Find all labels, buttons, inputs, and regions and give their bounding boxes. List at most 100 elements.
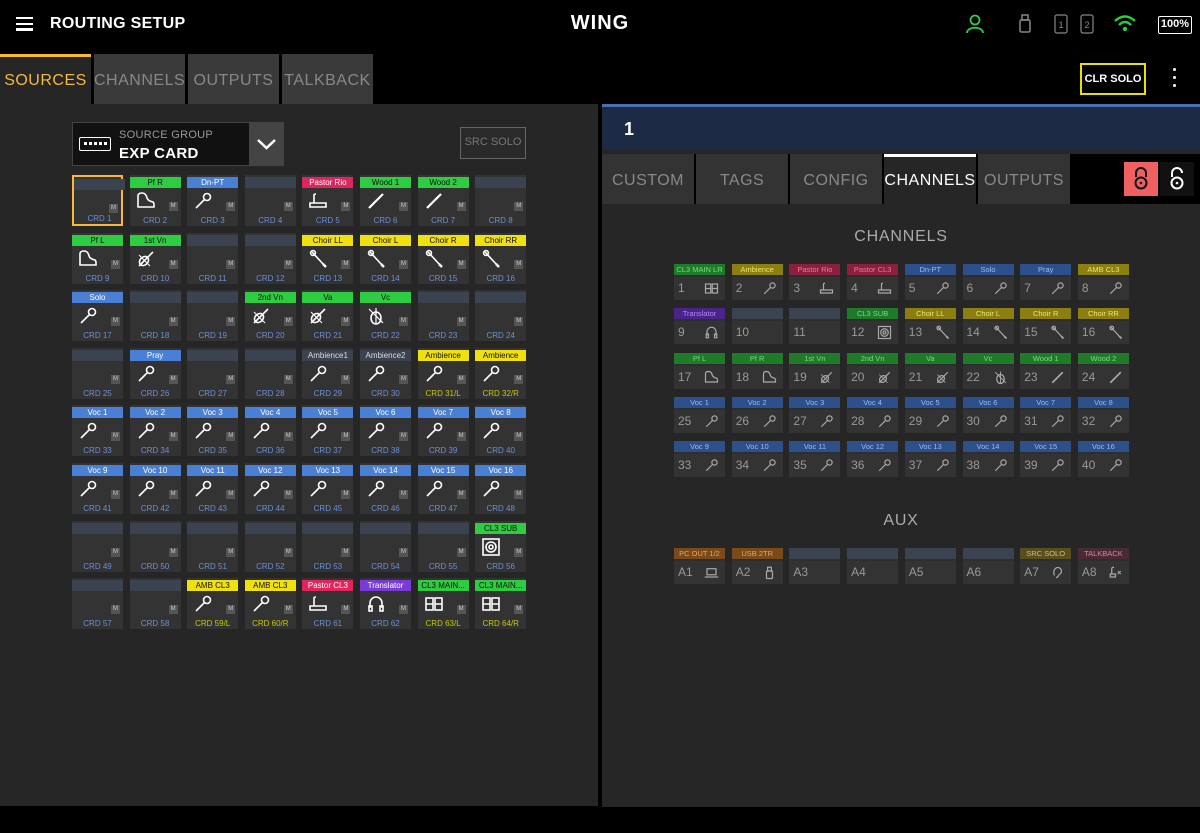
channel-cell[interactable]: Va 21	[904, 352, 956, 389]
source-cell[interactable]: M CRD 51	[187, 520, 239, 572]
source-cell[interactable]: Choir R M CRD 15	[417, 232, 469, 284]
source-cell[interactable]: M CRD 12	[244, 232, 296, 284]
source-cell[interactable]: Solo M CRD 17	[72, 290, 123, 342]
channel-cell[interactable]: Translator 9	[674, 308, 725, 345]
source-group-dropdown-button[interactable]	[249, 123, 284, 165]
hamburger-menu-icon[interactable]	[16, 17, 33, 31]
channel-cell[interactable]: 10	[731, 308, 783, 345]
channel-cell[interactable]: CL3 MAIN LR 1	[674, 264, 725, 300]
tab-talkback[interactable]: TALKBACK	[282, 54, 373, 104]
source-cell[interactable]: Choir L M CRD 14	[360, 232, 411, 284]
source-cell[interactable]: Voc 16 M CRD 48	[475, 463, 527, 514]
source-cell[interactable]: 1st Vn M CRD 10	[129, 232, 181, 284]
source-cell[interactable]: Ambience2 M CRD 30	[360, 347, 411, 399]
source-cell[interactable]: Pf R M CRD 2	[129, 175, 181, 226]
src-solo-button[interactable]: SRC SOLO	[460, 127, 526, 159]
channel-cell[interactable]: Choir L 14	[962, 308, 1014, 345]
channel-cell[interactable]: Solo 6	[962, 264, 1014, 300]
channel-cell[interactable]: Voc 9 33	[674, 441, 725, 478]
channel-cell[interactable]: Pf R 18	[731, 352, 783, 389]
source-cell[interactable]: M CRD 53	[302, 520, 354, 572]
channel-cell[interactable]: Voc 4 28	[847, 396, 899, 433]
channel-cell[interactable]: Choir LL 13	[904, 308, 956, 345]
source-cell[interactable]: Voc 6 M CRD 38	[360, 405, 411, 457]
source-cell[interactable]: Pray M CRD 26	[129, 347, 181, 399]
source-cell[interactable]: Voc 7 M CRD 39	[417, 405, 469, 457]
channel-cell[interactable]: Pf L 17	[674, 352, 725, 389]
source-cell[interactable]: Choir LL M CRD 13	[302, 232, 354, 284]
channel-cell[interactable]: Voc 12 36	[847, 441, 899, 478]
source-cell[interactable]: M CRD 18	[129, 290, 181, 342]
source-cell[interactable]: M CRD 57	[72, 578, 123, 630]
unlock-button[interactable]	[1160, 162, 1194, 196]
channel-cell[interactable]: Voc 2 26	[731, 396, 783, 433]
source-cell[interactable]: Voc 5 M CRD 37	[302, 405, 354, 457]
channel-cell[interactable]: Pray 7	[1020, 264, 1072, 300]
source-cell[interactable]: CL3 SUB M CRD 56	[475, 520, 527, 572]
aux-cell[interactable]: A4	[847, 548, 899, 584]
source-cell[interactable]: Voc 8 M CRD 40	[475, 405, 527, 457]
source-cell[interactable]: Voc 13 M CRD 45	[302, 463, 354, 514]
more-options-icon[interactable]	[1172, 68, 1178, 90]
source-cell[interactable]: Va M CRD 21	[302, 290, 354, 342]
source-cell[interactable]: Wood 1 M CRD 6	[360, 175, 411, 226]
source-cell[interactable]: Translator M CRD 62	[360, 578, 411, 630]
source-cell[interactable]: Voc 2 M CRD 34	[129, 405, 181, 457]
channel-cell[interactable]: 11	[789, 308, 841, 345]
source-cell[interactable]: Pf L M CRD 9	[72, 232, 123, 284]
source-cell[interactable]: Voc 12 M CRD 44	[244, 463, 296, 514]
channel-cell[interactable]: Voc 3 27	[789, 396, 841, 433]
channel-cell[interactable]: Choir R 15	[1020, 308, 1072, 345]
wifi-icon[interactable]	[1113, 13, 1137, 33]
card-slot-2-icon[interactable]: 2	[1080, 14, 1094, 34]
channel-cell[interactable]: Voc 11 35	[789, 441, 841, 478]
source-cell[interactable]: M CRD 55	[417, 520, 469, 572]
source-cell[interactable]: M CRD 50	[129, 520, 181, 572]
source-cell[interactable]: M CRD 23	[417, 290, 469, 342]
tab-tags[interactable]: TAGS	[696, 154, 788, 204]
clr-solo-button[interactable]: CLR SOLO	[1080, 63, 1146, 95]
tab-config[interactable]: CONFIG	[790, 154, 882, 204]
source-cell[interactable]: Pastor CL3 M CRD 61	[302, 578, 354, 630]
aux-cell[interactable]: A3	[789, 548, 841, 584]
source-cell[interactable]: Ambience1 M CRD 29	[302, 347, 354, 399]
channel-cell[interactable]: Pastor CL3 4	[847, 264, 899, 300]
source-cell[interactable]: 2nd Vn M CRD 20	[244, 290, 296, 342]
user-icon[interactable]	[965, 14, 985, 34]
source-cell[interactable]: Ambience M CRD 32/R	[475, 347, 527, 399]
aux-cell[interactable]: PC OUT 1/2 A1	[674, 548, 725, 584]
tab-custom[interactable]: CUSTOM	[602, 154, 694, 204]
source-cell[interactable]: Dn-PT M CRD 3	[187, 175, 239, 226]
source-cell[interactable]: AMB CL3 M CRD 59/L	[187, 578, 239, 630]
source-cell[interactable]: Voc 9 M CRD 41	[72, 463, 123, 514]
tab-sources[interactable]: SOURCES	[0, 54, 91, 104]
tab-outputs-right[interactable]: OUTPUTS	[978, 154, 1070, 204]
channel-cell[interactable]: Choir RR 16	[1077, 308, 1129, 345]
source-cell[interactable]: CL3 MAIN... M CRD 64/R	[475, 578, 527, 630]
aux-cell[interactable]: TALKBACK A8	[1077, 548, 1129, 584]
card-slot-1-icon[interactable]: 1	[1054, 14, 1068, 34]
source-cell[interactable]: Voc 14 M CRD 46	[360, 463, 411, 514]
channel-cell[interactable]: Ambience 2	[731, 264, 783, 300]
channel-cell[interactable]: Dn-PT 5	[904, 264, 956, 300]
channel-cell[interactable]: 1st Vn 19	[789, 352, 841, 389]
channel-cell[interactable]: Wood 2 24	[1077, 352, 1129, 389]
source-cell[interactable]: Voc 3 M CRD 35	[187, 405, 239, 457]
aux-cell[interactable]: USB 2TR A2	[731, 548, 783, 584]
channel-cell[interactable]: CL3 SUB 12	[847, 308, 899, 345]
source-cell[interactable]: M CRD 8	[475, 175, 527, 226]
source-cell[interactable]: AMB CL3 M CRD 60/R	[244, 578, 296, 630]
aux-cell[interactable]: A6	[962, 548, 1014, 584]
source-cell[interactable]: Choir RR M CRD 16	[475, 232, 527, 284]
source-cell[interactable]: M CRD 11	[187, 232, 239, 284]
channel-cell[interactable]: 2nd Vn 20	[847, 352, 899, 389]
channel-cell[interactable]: Voc 13 37	[904, 441, 956, 478]
channel-cell[interactable]: Voc 7 31	[1020, 396, 1072, 433]
source-cell[interactable]: M CRD 27	[187, 347, 239, 399]
source-cell[interactable]: M CRD 1	[72, 175, 125, 226]
source-cell[interactable]: M CRD 24	[475, 290, 527, 342]
channel-cell[interactable]: Voc 16 40	[1077, 441, 1129, 478]
source-cell[interactable]: Ambience M CRD 31/L	[417, 347, 469, 399]
channel-cell[interactable]: Voc 1 25	[674, 396, 725, 433]
aux-cell[interactable]: A5	[904, 548, 956, 584]
